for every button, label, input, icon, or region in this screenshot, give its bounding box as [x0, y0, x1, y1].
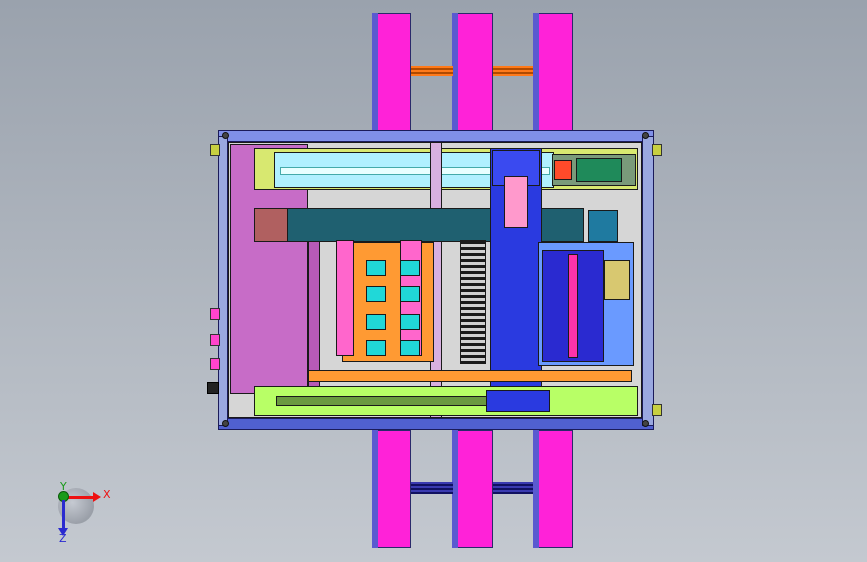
- clamp-3[interactable]: [366, 286, 386, 302]
- cross-link-bottom-1[interactable]: [411, 482, 453, 494]
- side-fitting-2[interactable]: [210, 308, 220, 320]
- machine-frame-assembly[interactable]: [216, 130, 656, 432]
- z-axis-label: Z: [59, 532, 67, 545]
- cross-link-bottom-2[interactable]: [493, 482, 533, 494]
- clamp-4[interactable]: [400, 286, 420, 302]
- cylinder-end-cap-right[interactable]: [588, 210, 618, 242]
- corner-screw-bl: [222, 420, 229, 427]
- conveyor-rail-right-top[interactable]: [533, 13, 573, 131]
- corner-screw-tr: [642, 132, 649, 139]
- fixture-guide-plate[interactable]: [336, 240, 354, 356]
- frame-right-bar[interactable]: [642, 136, 654, 426]
- side-fitting-3[interactable]: [210, 334, 220, 346]
- rail-edge-left-bottom: [372, 430, 378, 548]
- rail-edge-right-bottom: [533, 430, 539, 548]
- clamp-6[interactable]: [400, 314, 420, 330]
- clamp-7[interactable]: [366, 340, 386, 356]
- right-module-pink-strip[interactable]: [568, 254, 578, 358]
- cylinder-end-cap-left[interactable]: [254, 208, 288, 242]
- bottom-rail-slider[interactable]: [486, 390, 550, 412]
- side-fitting-1[interactable]: [210, 144, 220, 156]
- motor-body[interactable]: [576, 158, 622, 182]
- rail-edge-right-top: [533, 13, 539, 131]
- clamp-1[interactable]: [366, 260, 386, 276]
- conveyor-rail-right-bottom[interactable]: [533, 430, 573, 548]
- frame-bottom-bar[interactable]: [218, 418, 654, 430]
- conveyor-rail-center-top[interactable]: [452, 13, 493, 131]
- cross-link-top-1[interactable]: [411, 66, 453, 76]
- y-axis-carriage-slider[interactable]: [504, 176, 528, 228]
- side-fitting-6[interactable]: [652, 144, 662, 156]
- x-axis-label: X: [103, 488, 111, 501]
- side-fitting-5[interactable]: [207, 382, 219, 394]
- drag-chain[interactable]: [460, 240, 486, 364]
- side-fitting-4[interactable]: [210, 358, 220, 370]
- rail-edge-left-top: [372, 13, 378, 131]
- corner-screw-tl: [222, 132, 229, 139]
- clamp-5[interactable]: [366, 314, 386, 330]
- right-module-gauge[interactable]: [604, 260, 630, 300]
- cad-graphics-viewport[interactable]: X Y Z: [0, 0, 867, 562]
- frame-left-bar[interactable]: [218, 136, 228, 426]
- corner-screw-br: [642, 420, 649, 427]
- frame-top-bar[interactable]: [218, 130, 654, 142]
- clamp-8[interactable]: [400, 340, 420, 356]
- conveyor-rail-center-bottom[interactable]: [452, 430, 493, 548]
- motor-coupling[interactable]: [554, 160, 572, 180]
- z-axis-line: [62, 500, 65, 528]
- coordinate-triad: X Y Z: [48, 480, 111, 545]
- y-axis-label: Y: [60, 480, 67, 493]
- bottom-orange-rail[interactable]: [308, 370, 632, 382]
- x-axis-arrow-icon: [93, 492, 101, 502]
- cross-link-top-2[interactable]: [493, 66, 533, 76]
- clamp-2[interactable]: [400, 260, 420, 276]
- side-fitting-7[interactable]: [652, 404, 662, 416]
